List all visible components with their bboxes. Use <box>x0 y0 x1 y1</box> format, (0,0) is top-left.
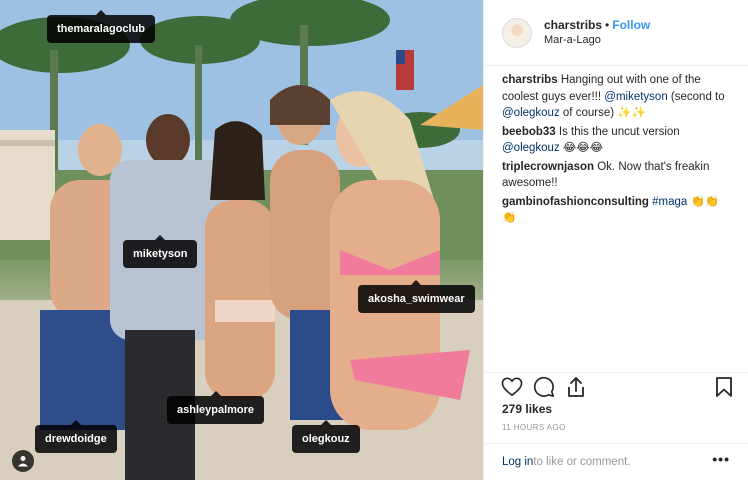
post-photo[interactable]: themaralagoclub miketyson akosha_swimwea… <box>0 0 483 480</box>
photo-tag[interactable]: drewdoidge <box>35 420 117 453</box>
comment-text: Is this the uncut version <box>558 125 680 138</box>
login-prompt: Log in to like or comment. <box>484 443 748 480</box>
more-options-button[interactable]: ••• <box>712 451 730 467</box>
comment-item: charstribs Hanging out with one of the c… <box>502 72 733 122</box>
comment-username[interactable]: beebob33 <box>502 126 556 138</box>
share-icon[interactable] <box>564 375 588 399</box>
comment-item: beebob33 Is this the uncut version @oleg… <box>502 124 733 157</box>
comment-username[interactable]: gambinofashionconsulting <box>502 196 649 208</box>
avatar[interactable] <box>502 17 532 48</box>
login-text: to like or comment. <box>533 456 631 468</box>
follow-button[interactable]: Follow <box>612 18 650 32</box>
mention-link[interactable]: @olegkouz <box>502 107 560 119</box>
action-bar <box>484 372 748 400</box>
photo-tag[interactable]: ashleypalmore <box>167 391 265 424</box>
post-sidebar: charstribs • Follow Mar-a-Lago charstribs … <box>483 0 748 480</box>
heart-icon-glyph <box>501 377 523 397</box>
comment-item: gambinofashionconsulting #maga 👏👏👏 <box>502 194 733 227</box>
person-icon[interactable] <box>12 450 34 472</box>
likes-count[interactable]: 279 likes <box>502 402 552 416</box>
bookmark-icon[interactable] <box>712 375 736 399</box>
comment-text: (second to <box>667 90 725 103</box>
post-header: charstribs • Follow Mar-a-Lago <box>484 0 748 66</box>
comment-text: of course) ✨✨ <box>559 107 646 119</box>
comment-item: triplecrownjason Ok. Now that's freakin … <box>502 159 733 192</box>
comment-text: 😂😂😂 <box>559 142 604 154</box>
comment-icon[interactable] <box>532 375 556 399</box>
bookmark-icon-glyph <box>716 377 732 397</box>
person-icon-glyph <box>18 456 28 467</box>
comments-list: charstribs Hanging out with one of the c… <box>484 66 748 229</box>
comment-icon-glyph <box>533 376 554 397</box>
hashtag-link[interactable]: #maga <box>652 196 687 208</box>
mention-link[interactable]: @olegkouz <box>502 142 560 154</box>
post-time[interactable]: 11 HOURS AGO <box>502 423 566 432</box>
photo-tag[interactable]: themaralagoclub <box>47 10 156 43</box>
separator-dot: • <box>605 18 610 32</box>
location-link[interactable]: Mar-a-Lago <box>544 33 650 48</box>
comment-username[interactable]: charstribs <box>502 74 558 86</box>
instagram-post: themaralagoclub miketyson akosha_swimwea… <box>0 0 748 480</box>
comment-username[interactable]: triplecrownjason <box>502 161 594 173</box>
header-username[interactable]: charstribs <box>544 18 602 32</box>
login-link[interactable]: Log in <box>502 456 533 468</box>
photo-tag[interactable]: miketyson <box>123 235 198 268</box>
photo-tag[interactable]: olegkouz <box>292 420 360 453</box>
photo-tag[interactable]: akosha_swimwear <box>358 280 475 313</box>
heart-icon[interactable] <box>500 375 524 399</box>
mention-link[interactable]: @miketyson <box>604 91 667 103</box>
header-text: charstribs • Follow Mar-a-Lago <box>544 17 650 48</box>
share-icon-glyph <box>568 377 584 397</box>
